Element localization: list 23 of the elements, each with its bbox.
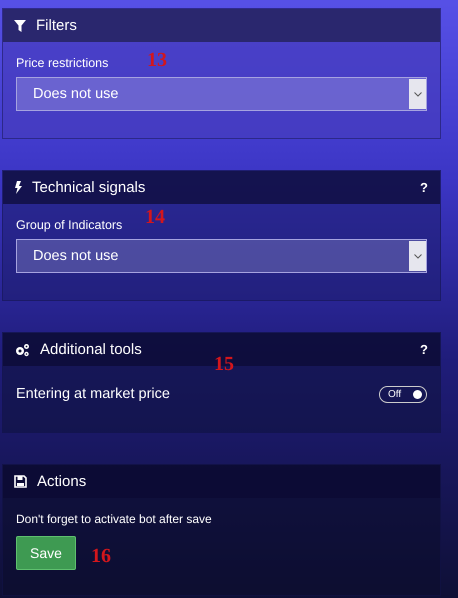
setting-label: Entering at market price bbox=[16, 386, 170, 402]
lightning-icon bbox=[14, 181, 22, 194]
dropdown[interactable]: Does not use bbox=[16, 239, 427, 273]
help-link[interactable]: ? bbox=[420, 180, 428, 195]
annotation-number: 13 bbox=[147, 49, 167, 72]
field-label: Group of Indicators bbox=[16, 218, 122, 232]
chevron-down-icon bbox=[414, 92, 422, 96]
gears-icon bbox=[14, 342, 30, 356]
annotation-number: 14 bbox=[145, 206, 165, 229]
help-link[interactable]: ? bbox=[420, 342, 428, 357]
chevron-down-icon bbox=[414, 254, 422, 258]
field-label: Price restrictions bbox=[16, 56, 108, 70]
panel-title: Actions bbox=[37, 473, 88, 490]
toggle-switch[interactable]: Off bbox=[379, 386, 427, 402]
filter-icon bbox=[14, 20, 26, 32]
annotation-number: 15 bbox=[214, 353, 234, 376]
panel-title: Additional tools bbox=[40, 341, 143, 358]
panel-title: Filters bbox=[36, 17, 78, 34]
hint-text: Don't forget to activate bot after save bbox=[16, 512, 213, 526]
annotation-number: 16 bbox=[91, 545, 111, 568]
panel-title: Technical signals bbox=[32, 179, 146, 196]
dropdown[interactable]: Does not use bbox=[16, 77, 427, 111]
save-button[interactable]: Save bbox=[16, 536, 76, 570]
